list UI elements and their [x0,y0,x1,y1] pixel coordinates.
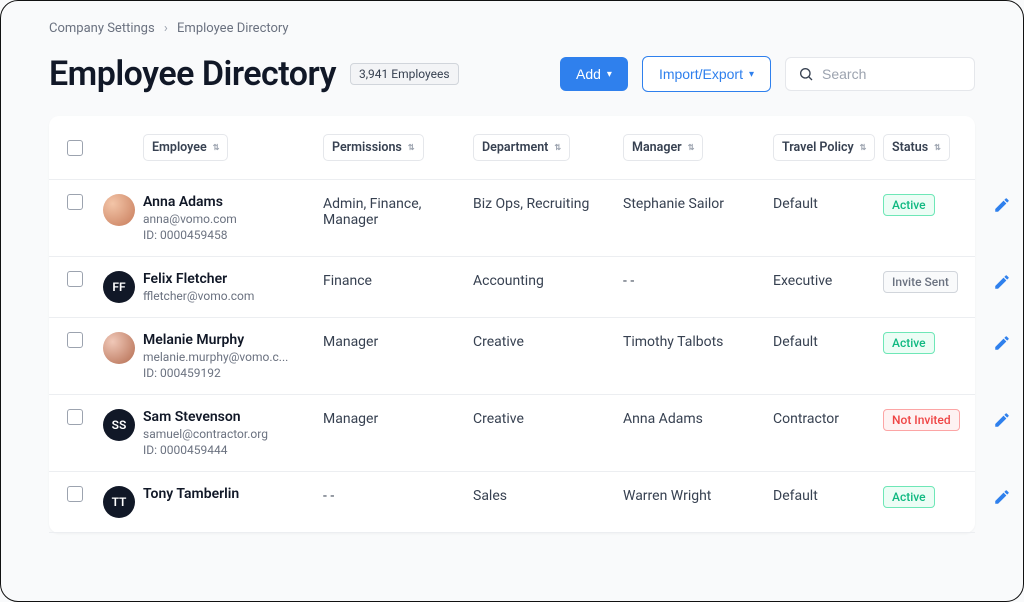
sort-icon: ⇅ [688,145,695,150]
column-employee[interactable]: Employee⇅ [143,134,228,161]
employee-email: melanie.murphy@vomo.c... [143,350,313,364]
status-badge: Active [883,486,935,508]
row-checkbox[interactable] [67,409,83,425]
page-title: Employee Directory [49,54,336,94]
column-travel-policy[interactable]: Travel Policy⇅ [773,134,875,161]
search-input[interactable] [822,66,962,82]
cell-permissions: Finance [323,271,473,289]
cell-manager: Anna Adams [623,409,773,427]
chevron-down-icon: ▾ [749,69,754,80]
avatar [103,194,135,226]
column-permissions[interactable]: Permissions⇅ [323,134,424,161]
employee-id: ID: 000459192 [143,366,313,380]
cell-permissions: Admin, Finance, Manager [323,194,473,228]
row-checkbox[interactable] [67,486,83,502]
cell-travel-policy: Default [773,194,883,212]
employee-id: ID: 0000459444 [143,443,313,457]
status-badge: Active [883,332,935,354]
edit-icon[interactable] [993,486,1024,510]
employee-count-badge: 3,941 Employees [350,63,459,85]
select-all-checkbox[interactable] [67,140,83,156]
avatar: TT [103,486,135,518]
table-row: SS Sam Stevenson samuel@contractor.org ID: … [49,395,975,472]
chevron-down-icon: ▾ [607,69,612,80]
import-export-button[interactable]: Import/Export ▾ [642,56,771,92]
edit-icon[interactable] [993,271,1024,295]
search-field[interactable] [785,57,975,91]
cell-manager: Stephanie Sailor [623,194,773,212]
status-badge: Active [883,194,935,216]
status-badge: Not Invited [883,409,960,431]
cell-permissions: Manager [323,409,473,427]
cell-permissions: Manager [323,332,473,350]
cell-travel-policy: Default [773,486,883,504]
avatar: SS [103,409,135,441]
column-manager[interactable]: Manager⇅ [623,134,703,161]
employee-name[interactable]: Felix Fletcher [143,271,323,287]
cell-manager: - - [623,271,773,289]
employee-id: ID: 0000459458 [143,228,313,242]
employee-name[interactable]: Anna Adams [143,194,323,210]
cell-department: Biz Ops, Recruiting [473,194,623,212]
status-badge: Invite Sent [883,271,958,293]
cell-department: Accounting [473,271,623,289]
employee-name[interactable]: Melanie Murphy [143,332,323,348]
employee-table: Employee⇅ Permissions⇅ Department⇅ Manag… [49,116,975,533]
table-row: FF Felix Fletcher ffletcher@vomo.com Financ… [49,257,975,318]
table-row: Melanie Murphy melanie.murphy@vomo.c... ID… [49,318,975,395]
import-export-label: Import/Export [659,66,743,82]
employee-email: samuel@contractor.org [143,427,313,441]
employee-name[interactable]: Tony Tamberlin [143,486,323,502]
add-button-label: Add [576,66,601,82]
avatar: FF [103,271,135,303]
breadcrumb-current: Employee Directory [177,21,289,36]
sort-icon: ⇅ [554,145,561,150]
sort-icon: ⇅ [213,145,220,150]
cell-department: Sales [473,486,623,504]
edit-icon[interactable] [993,409,1024,433]
sort-icon: ⇅ [408,145,415,150]
cell-permissions: - - [323,486,473,504]
column-status[interactable]: Status⇅ [883,134,950,161]
cell-department: Creative [473,409,623,427]
table-row: Anna Adams anna@vomo.com ID: 0000459458 Adm… [49,180,975,257]
column-department[interactable]: Department⇅ [473,134,570,161]
edit-icon[interactable] [993,194,1024,218]
cell-travel-policy: Contractor [773,409,883,427]
breadcrumb: Company Settings › Employee Directory [49,21,975,36]
employee-email: ffletcher@vomo.com [143,289,313,303]
cell-manager: Warren Wright [623,486,773,504]
row-checkbox[interactable] [67,194,83,210]
chevron-right-icon: › [164,21,168,36]
sort-icon: ⇅ [934,145,941,150]
cell-travel-policy: Executive [773,271,883,289]
sort-icon: ⇅ [860,145,867,150]
search-icon [798,66,814,82]
table-row: TT Tony Tamberlin- -SalesWarren WrightDef… [49,472,975,533]
cell-travel-policy: Default [773,332,883,350]
breadcrumb-parent[interactable]: Company Settings [49,21,155,36]
edit-icon[interactable] [993,332,1024,356]
row-checkbox[interactable] [67,332,83,348]
cell-manager: Timothy Talbots [623,332,773,350]
table-header-row: Employee⇅ Permissions⇅ Department⇅ Manag… [49,116,975,180]
employee-name[interactable]: Sam Stevenson [143,409,323,425]
cell-department: Creative [473,332,623,350]
avatar [103,332,135,364]
employee-email: anna@vomo.com [143,212,313,226]
add-button[interactable]: Add ▾ [560,57,628,91]
row-checkbox[interactable] [67,271,83,287]
